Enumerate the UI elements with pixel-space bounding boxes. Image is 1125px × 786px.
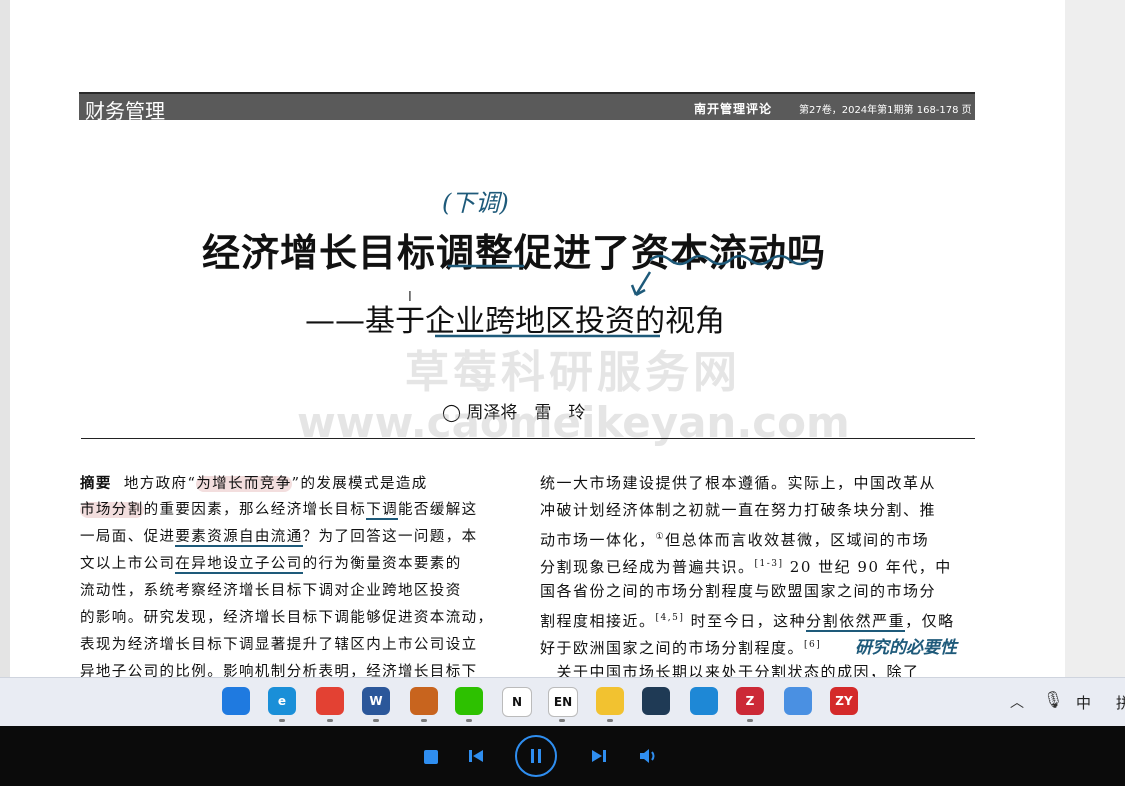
abstract-line: 流动性，系统考察经济增长目标下调对企业跨地区投资 — [80, 583, 462, 599]
running-indicator — [559, 719, 565, 722]
text-span: 地方政府“ — [123, 476, 197, 492]
abstract-line: 异地子公司的比例。影响机制分析表明，经济增长目标下 — [80, 664, 478, 677]
wechat-icon[interactable] — [455, 687, 483, 715]
journal-name: 南开管理评论 — [694, 102, 773, 116]
watermark-chinese: 草莓科研服务网 — [405, 347, 741, 398]
underline: 分割依然严重 — [806, 612, 906, 632]
underline: 要素资源自由流通 — [175, 529, 303, 547]
text-span: 割程度相接近。 — [540, 612, 656, 630]
media-player-controls — [0, 726, 1125, 786]
handwritten-annotation-title: (下调) — [442, 189, 509, 217]
paper-title: 经济增长目标调整促进了资本流动吗 — [202, 231, 827, 275]
text-span: 20 世纪 90 年代，中 — [783, 558, 952, 576]
file-explorer-icon[interactable] — [596, 687, 624, 715]
text-span: ”的发展模式是造成 — [291, 476, 428, 492]
text-span: 时至今日，这种 — [684, 612, 807, 630]
english-dict-icon[interactable]: EN — [548, 687, 578, 717]
journal-issue-info: 第27卷，2024年第1期第 168-178 页 — [799, 105, 972, 116]
windows-start-icon[interactable] — [222, 687, 250, 715]
document-viewer[interactable]: 财务管理 南开管理评论 第27卷，2024年第1期第 168-178 页 (下调… — [0, 0, 1125, 677]
previous-icon[interactable] — [466, 746, 486, 766]
text-span: ，仅略 — [905, 612, 955, 630]
input-method-indicator[interactable]: 中 — [1076, 692, 1091, 713]
header-rule — [81, 438, 975, 439]
text-span: 能否缓解这 — [398, 502, 478, 518]
section-label: 财务管理 — [85, 99, 165, 123]
zy-app-icon[interactable]: ZY — [830, 687, 858, 715]
blue-app-icon[interactable] — [690, 687, 718, 715]
volume-icon[interactable] — [637, 746, 659, 766]
paper-subtitle: ——基于企业跨地区投资的视角 — [305, 304, 725, 339]
footnote-marker: ① — [655, 532, 666, 542]
abstract-line: 摘要 地方政府“为增长而竞争”的发展模式是造成 — [80, 470, 520, 497]
abstract-column: 摘要 地方政府“为增长而竞争”的发展模式是造成 市场分割的重要因素，那么经济增长… — [80, 470, 520, 677]
running-indicator — [373, 719, 379, 722]
text-span: 好于欧洲国家之间的市场分割程度。 — [540, 639, 805, 657]
underline: 在异地设立子公司 — [175, 556, 303, 574]
text-span: 的重要因素，那么经济增长目标 — [143, 502, 367, 518]
running-indicator — [279, 719, 285, 722]
zotero-icon[interactable]: Z — [736, 687, 764, 715]
body-line: 分割现象已经成为普遍共识。[1-3] 20 世纪 90 年代，中 — [540, 551, 980, 578]
handwritten-annotation-body: 研究的必要性 — [855, 638, 957, 658]
underline: 下调 — [366, 502, 399, 520]
stop-icon[interactable] — [424, 750, 438, 764]
show-hidden-icons-chevron-icon[interactable]: ︿ — [1010, 692, 1024, 712]
text-span: 动市场一体化， — [540, 531, 656, 549]
pdf-page: 财务管理 南开管理评论 第27卷，2024年第1期第 168-178 页 (下调… — [10, 0, 1065, 677]
highlight: 市场分割 — [80, 502, 144, 518]
abstract-line: 文以上市公司在异地设立子公司的行为衡量资本要素的 — [80, 551, 520, 578]
body-line: 国各省份之间的市场分割程度与欧盟国家之间的市场分 — [540, 582, 937, 600]
text-cursor-icon: I — [408, 290, 412, 305]
text-span: 但总体而言收效甚微，区域间的市场 — [665, 531, 930, 549]
text-span: 文以上市公司 — [80, 556, 176, 572]
input-mode-indicator[interactable]: 拼 — [1116, 692, 1125, 713]
next-icon[interactable] — [589, 746, 609, 766]
watermark-url: www.caomeikeyan.com — [297, 398, 850, 447]
citation: [1-3] — [754, 559, 784, 569]
pause-icon — [527, 747, 545, 765]
text-span: 分割现象已经成为普遍共识。 — [540, 558, 755, 576]
abstract-label: 摘要 — [80, 475, 112, 492]
notion-icon[interactable]: N — [502, 687, 532, 717]
running-indicator — [607, 719, 613, 722]
body-line: 冲破计划经济体制之初就一直在努力打破条块分割、推 — [540, 501, 937, 519]
text-span: 一局面、促进 — [80, 529, 176, 545]
search-tool-icon[interactable] — [410, 687, 438, 715]
running-indicator — [421, 719, 427, 722]
running-indicator — [466, 719, 472, 722]
highlight: 为增长而竞争 — [196, 476, 292, 492]
body-line: 关于中国市场长期以来处于分割状态的成因，除了 — [540, 663, 920, 677]
journal-header-bar: 财务管理 南开管理评论 第27卷，2024年第1期第 168-178 页 — [79, 92, 975, 123]
viewer-margin — [1065, 0, 1125, 677]
cloud-drive-icon[interactable] — [784, 687, 812, 715]
body-line: 统一大市场建设提供了根本遵循。实际上，中国改革从 — [540, 474, 937, 492]
microphone-icon[interactable]: 🎙 — [1043, 690, 1063, 709]
body-line: 割程度相接近。[4,5] 时至今日，这种分割依然严重，仅略 — [540, 605, 980, 632]
citation: [6] — [804, 640, 822, 650]
vpn-app-icon[interactable] — [642, 687, 670, 715]
text-span: 的行为衡量资本要素的 — [302, 556, 462, 572]
edge-icon[interactable]: e — [268, 687, 296, 715]
abstract-line: 一局面、促进要素资源自由流通？为了回答这一问题，本 — [80, 524, 520, 551]
windows-taskbar: e W N EN Z ZY ︿ 🎙 中 拼 — [0, 677, 1125, 726]
abstract-line: 表现为经济增长目标下调显著提升了辖区内上市公司设立 — [80, 637, 478, 653]
running-indicator — [327, 719, 333, 722]
running-indicator — [747, 719, 753, 722]
chrome-icon[interactable] — [316, 687, 344, 715]
body-line: 动市场一体化，①但总体而言收效甚微，区域间的市场 — [540, 524, 980, 551]
abstract-line: 的影响。研究发现，经济增长目标下调能够促进资本流动， — [80, 610, 494, 626]
text-span: ？为了回答这一问题，本 — [302, 529, 478, 545]
citation: [4,5] — [655, 613, 685, 623]
abstract-line: 市场分割的重要因素，那么经济增长目标下调能否缓解这 — [80, 497, 520, 524]
word-icon[interactable]: W — [362, 687, 390, 715]
